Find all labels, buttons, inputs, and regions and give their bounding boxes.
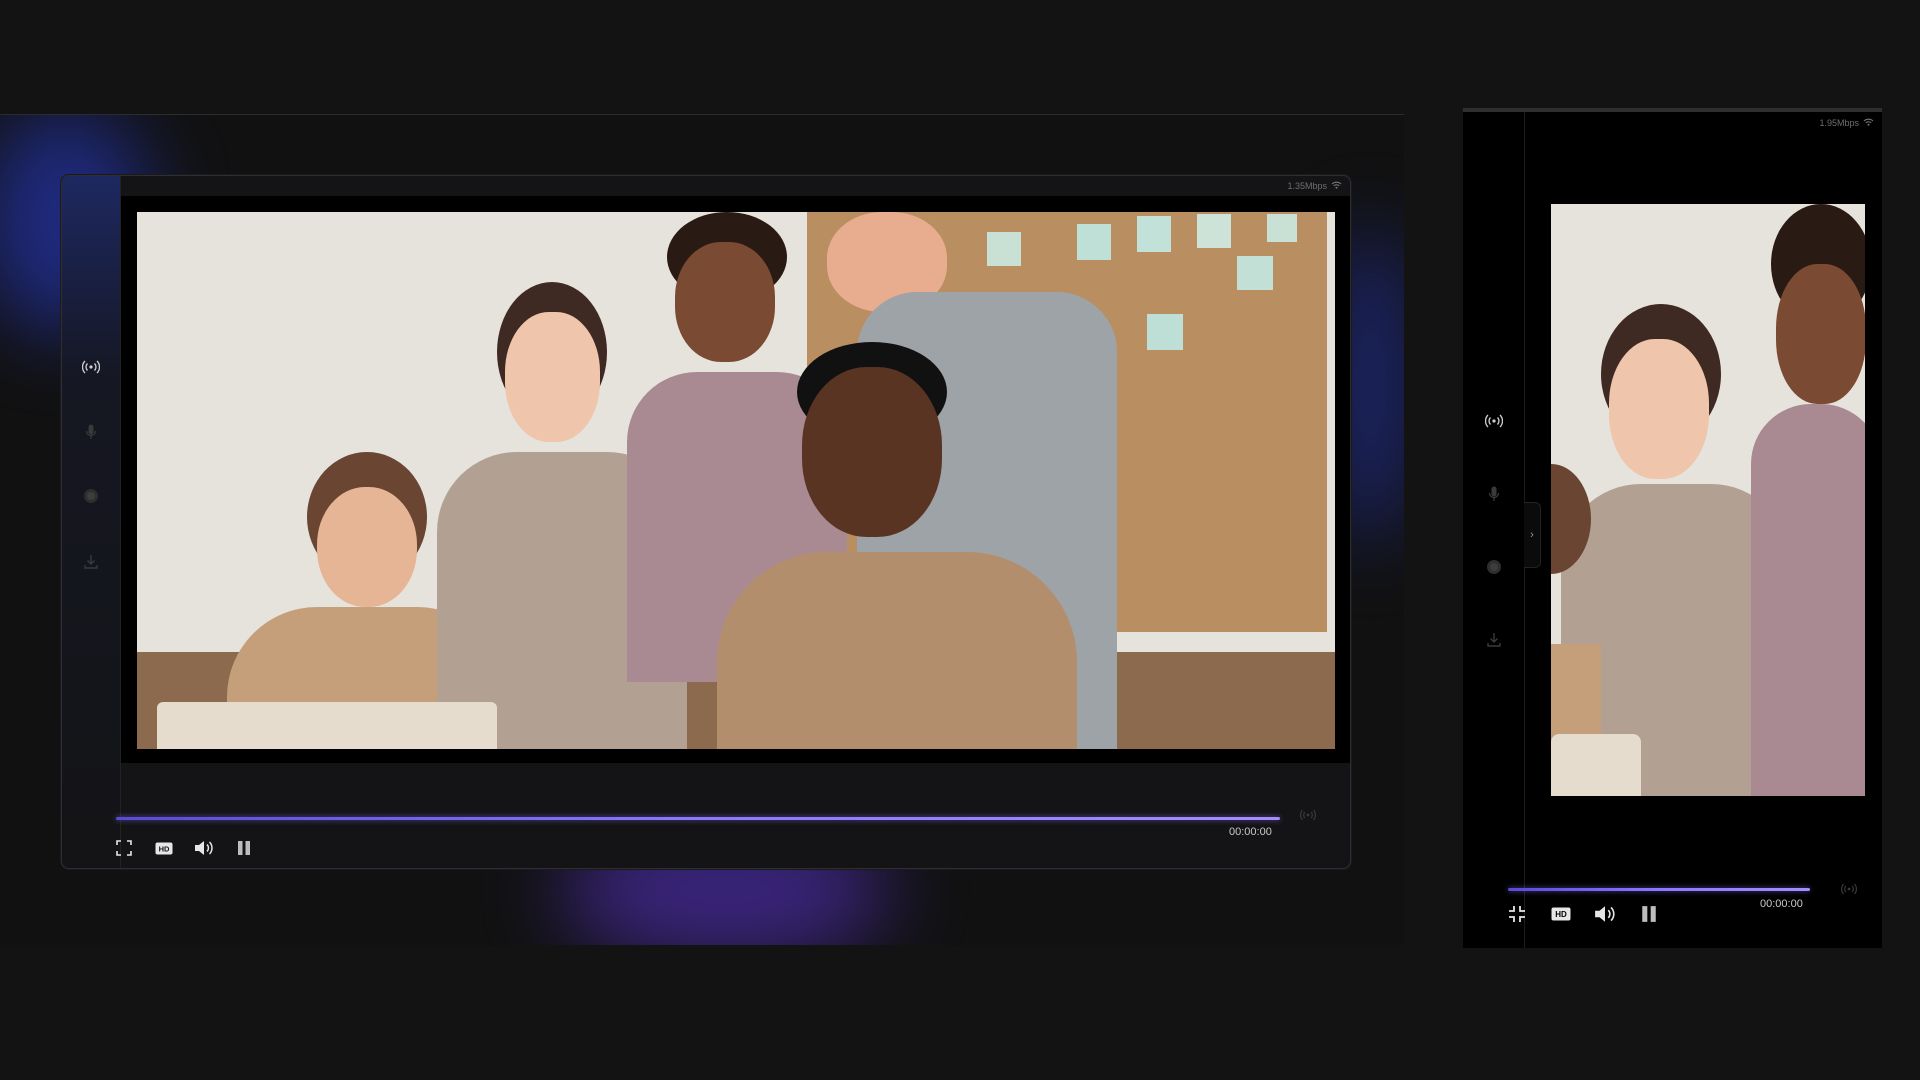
wifi-icon	[1863, 118, 1874, 128]
sticky-note	[1237, 256, 1273, 290]
bitrate-label: 1.95Mbps	[1819, 118, 1859, 128]
time-display: 00:00:00	[1229, 826, 1272, 838]
laptop	[157, 702, 497, 749]
pause-icon[interactable]	[1637, 902, 1661, 926]
svg-text:HD: HD	[159, 844, 170, 853]
sidebar-collapse-toggle[interactable]: ›	[1524, 502, 1541, 568]
time-display: 00:00:00	[1760, 898, 1803, 910]
person-man-tan-blazer	[717, 342, 1077, 749]
sticky-note	[1197, 214, 1231, 248]
live-icon	[1840, 882, 1858, 900]
microphone-icon[interactable]	[1463, 486, 1524, 502]
sticky-note	[1137, 216, 1171, 252]
video-screen[interactable]	[121, 196, 1350, 763]
progress-bar[interactable]	[116, 817, 1280, 820]
bitrate-indicator: 1.95Mbps	[1819, 118, 1874, 128]
download-icon[interactable]	[62, 554, 120, 570]
video-screen[interactable]	[1551, 204, 1865, 796]
volume-icon[interactable]	[192, 836, 216, 860]
exit-fullscreen-icon[interactable]	[1505, 902, 1529, 926]
microphone-icon[interactable]	[62, 424, 120, 440]
chevron-right-icon: ›	[1530, 529, 1534, 541]
laptop	[1551, 734, 1641, 796]
hd-icon[interactable]: HD	[152, 836, 176, 860]
control-bar: HD	[1505, 902, 1661, 926]
control-bar: HD	[112, 836, 256, 860]
portrait-video-player: › 1.95Mbps 00:00:00 HD	[1463, 108, 1882, 948]
broadcast-icon[interactable]	[1463, 414, 1524, 428]
record-icon[interactable]	[62, 488, 120, 504]
landscape-video-player: 1.35Mbps 00:00:00 HD	[61, 175, 1351, 869]
bitrate-label: 1.35Mbps	[1287, 181, 1327, 191]
svg-text:HD: HD	[1555, 910, 1567, 919]
hd-icon[interactable]: HD	[1549, 902, 1573, 926]
person-woman-turtleneck	[1751, 204, 1865, 796]
broadcast-icon[interactable]	[62, 360, 120, 374]
download-icon[interactable]	[1463, 632, 1524, 648]
team-photo-frame	[1551, 204, 1865, 796]
record-icon[interactable]	[1463, 559, 1524, 575]
bitrate-indicator: 1.35Mbps	[1287, 181, 1342, 191]
player-sidebar	[1463, 112, 1525, 948]
pause-icon[interactable]	[232, 836, 256, 860]
fullscreen-icon[interactable]	[112, 836, 136, 860]
live-icon	[1299, 808, 1317, 826]
sticky-note	[1147, 314, 1183, 350]
wifi-icon	[1331, 181, 1342, 191]
team-photo-frame	[137, 212, 1335, 749]
progress-bar[interactable]	[1508, 888, 1810, 891]
sticky-note	[1267, 214, 1297, 242]
volume-icon[interactable]	[1593, 902, 1617, 926]
player-sidebar	[62, 176, 121, 868]
